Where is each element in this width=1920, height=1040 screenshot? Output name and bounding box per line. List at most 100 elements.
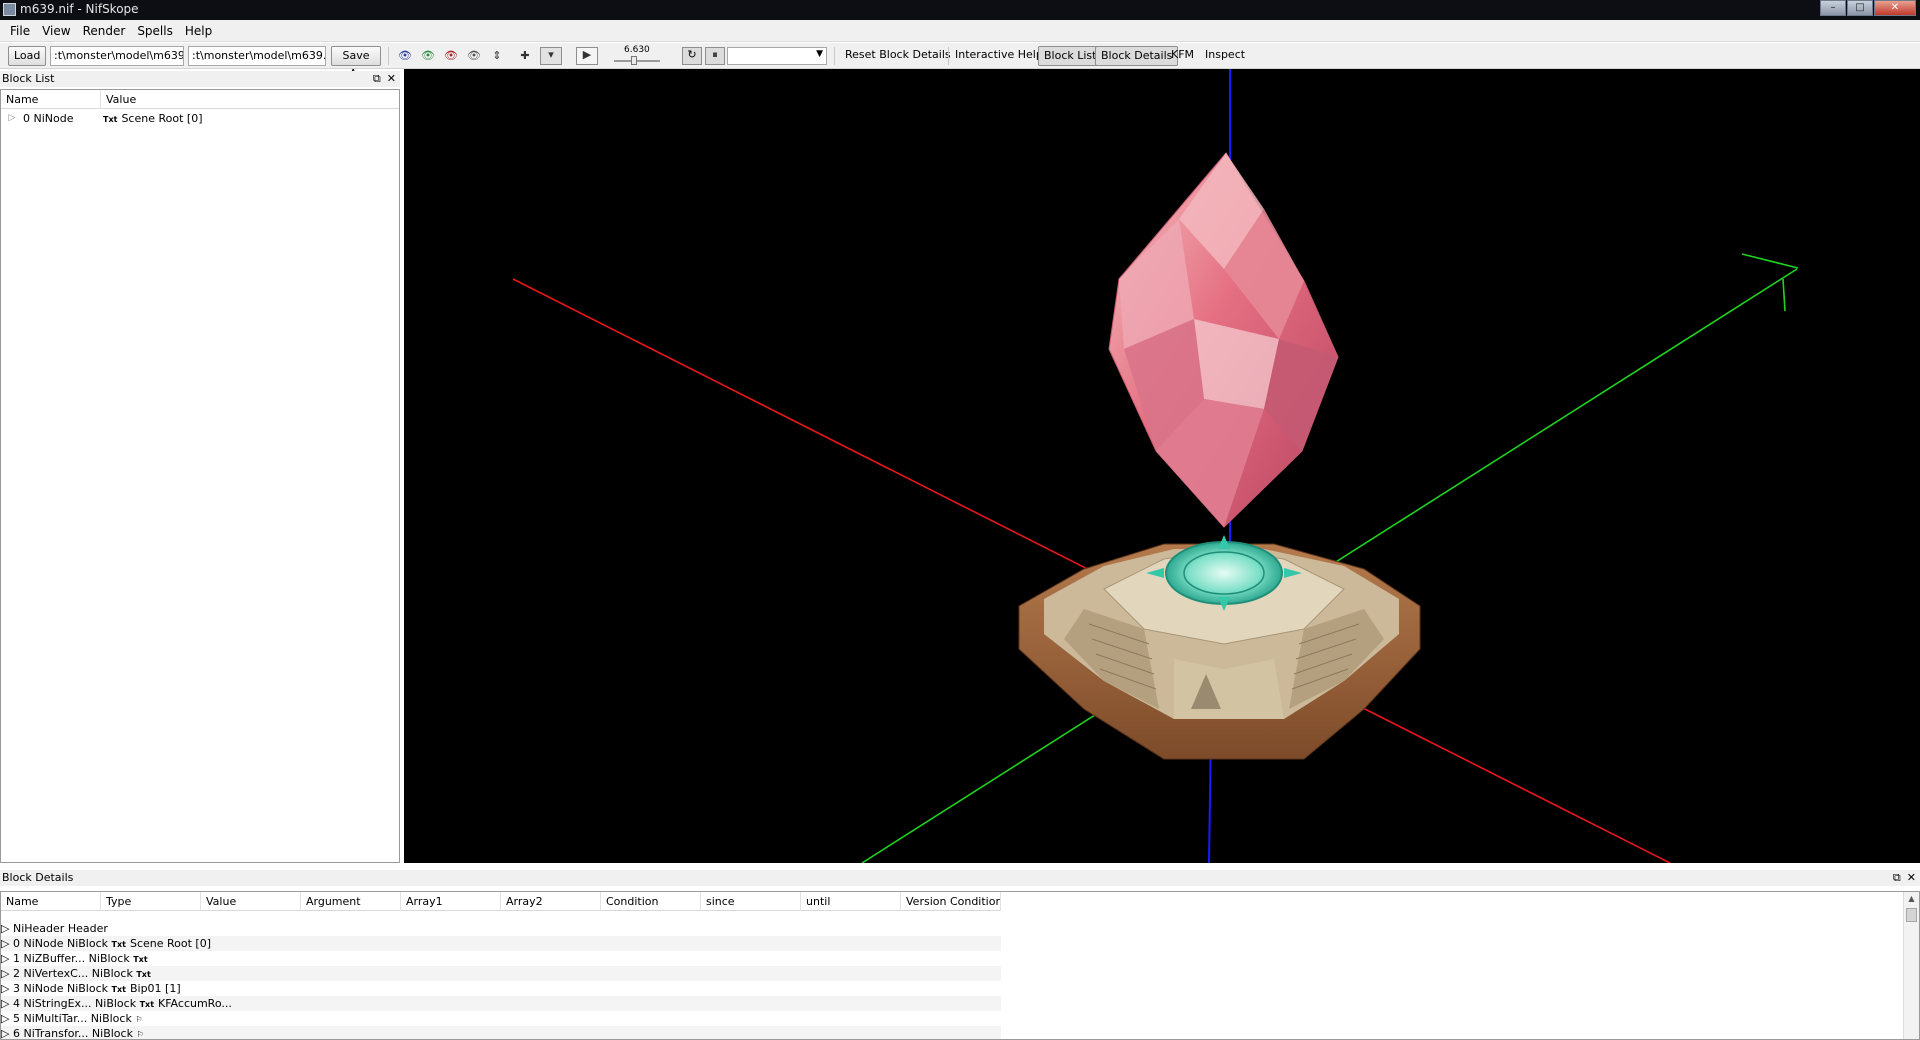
column-value[interactable]: Value xyxy=(201,892,301,911)
expand-arrow-icon[interactable]: ▷ xyxy=(7,111,17,126)
row-value: ⚐ xyxy=(136,1027,147,1039)
block-details-table: Name Type Value Argument Array1 Array2 C… xyxy=(1,892,1001,1039)
minimize-button[interactable]: – xyxy=(1820,0,1846,16)
expand-arrow-icon[interactable]: ▷ xyxy=(1,922,9,935)
text-type-icon: Txt xyxy=(133,955,148,964)
walk-mode-icon[interactable]: ⇕ xyxy=(490,49,504,63)
load-path-input[interactable]: :t\monster\model\m639.nif xyxy=(50,46,184,66)
switch-animation-icon[interactable]: ⏸ xyxy=(705,47,725,65)
scroll-thumb[interactable] xyxy=(1906,908,1917,922)
interactive-help-button[interactable]: Interactive Help xyxy=(950,46,1048,66)
y-axis-arrow xyxy=(1741,253,1799,269)
table-row[interactable]: ▷ 5 NiMultiTar... NiBlock ⚐ xyxy=(1,1011,1001,1026)
row-name: 6 NiTransfor... xyxy=(12,1027,89,1040)
loop-icon[interactable]: ↻ xyxy=(682,47,702,65)
view-user-icon[interactable]: 👁 xyxy=(467,49,481,63)
animation-select[interactable]: ▼ xyxy=(727,47,827,65)
block-list-title: Block List xyxy=(2,72,55,85)
column-until[interactable]: until xyxy=(801,892,901,911)
menu-file[interactable]: File xyxy=(4,24,36,38)
table-row[interactable]: ▷ 1 NiZBuffer... NiBlock Txt xyxy=(1,951,1001,966)
column-argument[interactable]: Argument xyxy=(301,892,401,911)
row-type: NiBlock xyxy=(91,1027,133,1040)
menu-render[interactable]: Render xyxy=(77,24,132,38)
expand-arrow-icon[interactable]: ▷ xyxy=(1,1027,9,1039)
column-array1[interactable]: Array1 xyxy=(401,892,501,911)
crystal-model xyxy=(1108,152,1339,528)
save-as-button[interactable]: Save As xyxy=(331,46,381,80)
scroll-up-icon[interactable]: ▲ xyxy=(1904,892,1919,906)
block-details-header: Name Type Value Argument Array1 Array2 C… xyxy=(1,892,1001,911)
play-button-icon[interactable]: ▶ xyxy=(576,47,598,65)
chevron-down-icon: ▼ xyxy=(816,49,823,59)
table-row[interactable]: ▷ 6 NiTransfor... NiBlock ⚐ xyxy=(1,1026,1001,1040)
render-viewport[interactable] xyxy=(404,69,1920,863)
menu-spells[interactable]: Spells xyxy=(131,24,179,38)
column-version-condition[interactable]: Version Conditior xyxy=(901,892,1001,911)
block-details-title: Block Details xyxy=(2,871,74,884)
reset-block-details-button[interactable]: Reset Block Details xyxy=(840,46,956,66)
text-type-icon: Txt xyxy=(136,970,151,979)
table-row[interactable]: ▷ 4 NiStringEx... NiBlock Txt KFAccumRo..… xyxy=(1,996,1001,1011)
scene-canvas xyxy=(512,69,1799,863)
table-row[interactable]: ▷ 2 NiVertexC... NiBlock Txt xyxy=(1,966,1001,981)
kfm-toggle[interactable]: KFM xyxy=(1166,46,1199,66)
column-condition[interactable]: Condition xyxy=(601,892,701,911)
table-row[interactable]: ▷ 3 NiNode NiBlock Txt Bip01 [1] xyxy=(1,981,1001,996)
inspect-toggle[interactable]: Inspect xyxy=(1200,46,1250,66)
column-array2[interactable]: Array2 xyxy=(501,892,601,911)
expand-arrow-icon[interactable]: ▷ xyxy=(1,1012,9,1025)
camera-dropdown-icon[interactable]: ▾ xyxy=(540,47,562,65)
close-icon[interactable]: ✕ xyxy=(387,72,396,85)
slider-thumb[interactable] xyxy=(631,56,637,65)
block-name: 0 NiNode xyxy=(23,112,74,125)
window-title: m639.nif - NifSkope xyxy=(20,2,139,16)
time-slider[interactable]: 6.630 xyxy=(612,45,662,66)
flag-icon: ⚐ xyxy=(136,1030,144,1039)
float-icon[interactable]: ⧉ xyxy=(373,72,381,85)
expand-arrow-icon[interactable]: ▷ xyxy=(1,982,9,995)
menu-view[interactable]: View xyxy=(36,24,76,38)
text-type-icon: Txt xyxy=(103,115,118,124)
slider-track xyxy=(614,60,660,62)
column-value[interactable]: Value xyxy=(101,90,399,109)
expand-arrow-icon[interactable]: ▷ xyxy=(1,952,9,965)
expand-arrow-icon[interactable]: ▷ xyxy=(1,937,9,950)
vertical-scrollbar[interactable]: ▲ xyxy=(1903,892,1919,1039)
row-value-text: Scene Root [0] xyxy=(129,937,212,950)
maximize-button[interactable]: □ xyxy=(1847,0,1873,16)
close-button[interactable]: ✕ xyxy=(1874,0,1916,16)
toolbar-separator xyxy=(388,47,389,65)
block-list-header: Name Value xyxy=(1,90,399,109)
menu-help[interactable]: Help xyxy=(179,24,218,38)
row-type: NiBlock xyxy=(91,967,133,980)
axis-toggle-icon[interactable]: ✚ xyxy=(518,49,532,63)
float-icon[interactable]: ⧉ xyxy=(1893,871,1901,884)
text-type-icon: Txt xyxy=(139,1000,155,1009)
toolbar-separator xyxy=(834,47,835,65)
view-top-icon[interactable]: 👁 xyxy=(398,49,412,63)
save-path-input[interactable]: :t\monster\model\m639.nif xyxy=(188,46,326,66)
table-row[interactable]: ▷ NiHeader Header xyxy=(1,921,1001,936)
expand-arrow-icon[interactable]: ▷ xyxy=(1,997,9,1010)
row-value: Txt xyxy=(133,952,151,965)
row-type: Header xyxy=(67,922,108,935)
view-front-icon[interactable]: 👁 xyxy=(421,49,435,63)
menu-bar: File View Render Spells Help xyxy=(0,20,1920,42)
column-name[interactable]: Name xyxy=(1,90,101,109)
view-side-icon[interactable]: 👁 xyxy=(444,49,458,63)
load-button[interactable]: Load xyxy=(8,46,46,66)
expand-arrow-icon[interactable]: ▷ xyxy=(1,967,9,980)
column-type[interactable]: Type xyxy=(101,892,201,911)
block-value-text: Scene Root [0] xyxy=(121,112,203,125)
block-list-row[interactable]: ▷ 0 NiNode Txt Scene Root [0] xyxy=(1,111,399,126)
block-value: Txt Scene Root [0] xyxy=(103,111,203,127)
text-type-icon: Txt xyxy=(111,940,126,949)
app-icon xyxy=(3,3,16,16)
block-list-toggle[interactable]: Block List xyxy=(1038,46,1103,66)
column-name[interactable]: Name xyxy=(1,892,101,911)
toolbar: Load :t\monster\model\m639.nif :t\monste… xyxy=(0,43,1920,80)
table-row[interactable]: ▷ 0 NiNode NiBlock Txt Scene Root [0] xyxy=(1,936,1001,951)
column-since[interactable]: since xyxy=(701,892,801,911)
close-icon[interactable]: ✕ xyxy=(1907,871,1916,884)
